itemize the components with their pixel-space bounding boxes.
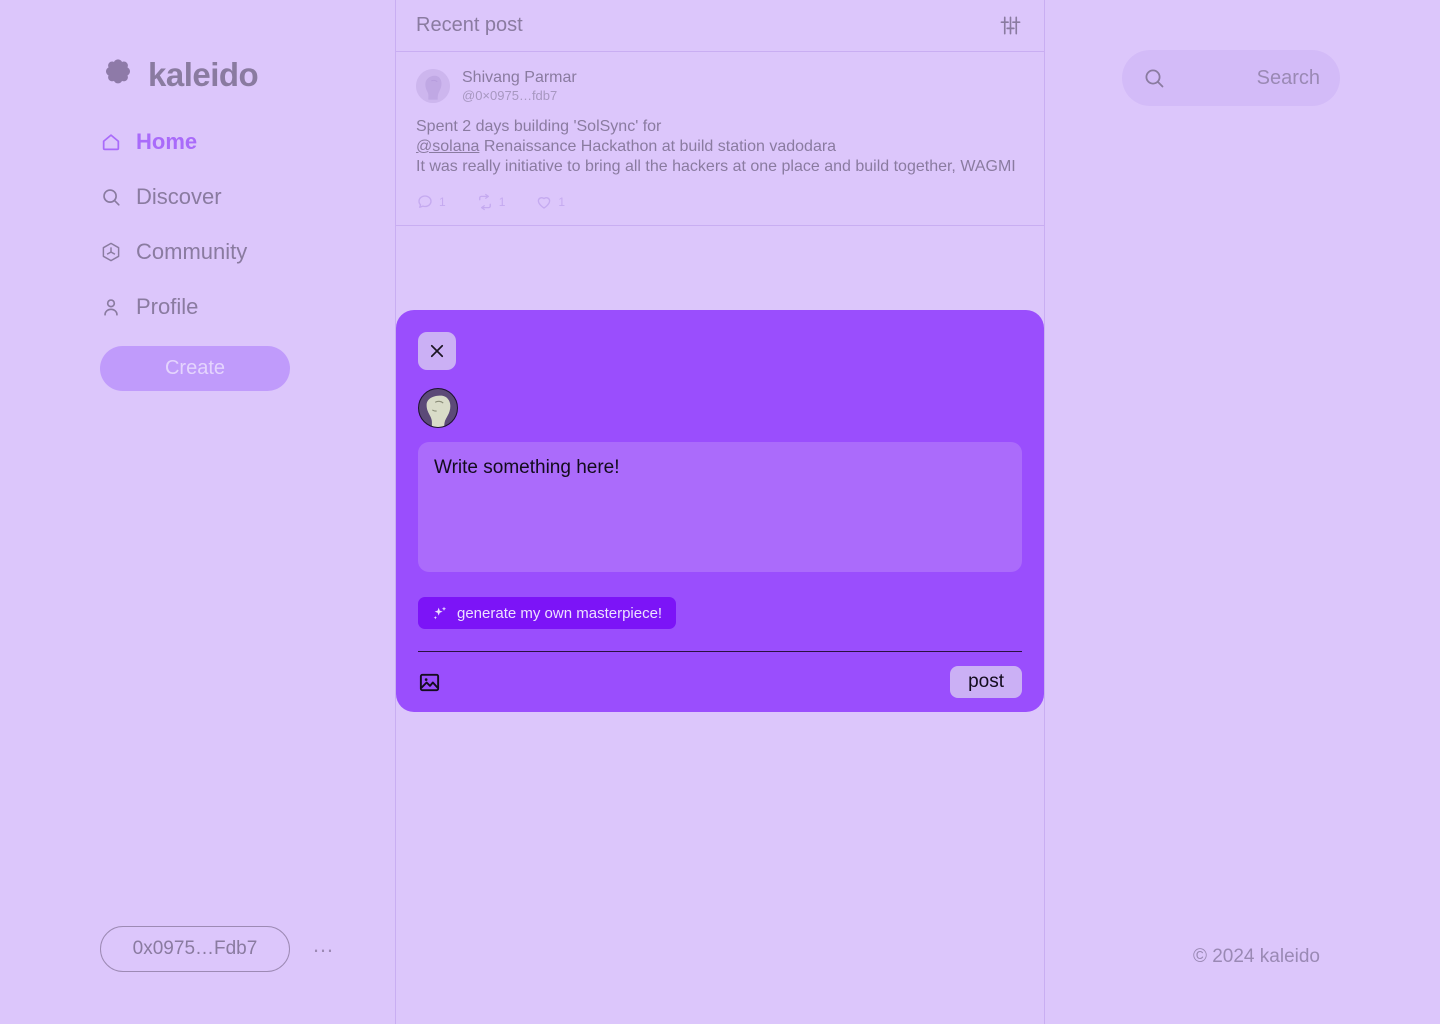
post-card[interactable]: Shivang Parmar @0×0975…fdb7 Spent 2 days… [396,52,1044,226]
modal-footer: post [418,666,1022,698]
heart-icon [538,196,551,209]
generate-masterpiece-label: generate my own masterpiece! [457,604,663,622]
post-body-line-2-rest: Renaissance Hackathon at build station v… [479,137,837,155]
avatar [416,69,450,104]
mention-link[interactable]: @solana [416,138,479,155]
wallet-row: 0x0975…Fdb7 … [100,926,336,972]
footer-copyright: © 2024 kaleido [1192,946,1320,967]
sidebar-item-label: Discover [136,184,222,209]
user-icon [104,299,118,316]
post-like-count: 1 [558,194,566,209]
close-button[interactable] [418,332,456,370]
avatar [418,388,458,428]
app-root: kaleido Home Discover Community Profile … [0,0,1440,1024]
modal-divider [418,651,1022,652]
post-body: Spent 2 days building 'SolSync' for @sol… [416,117,1024,177]
image-upload-icon [419,673,440,691]
post-header: Shivang Parmar @0×0975…fdb7 [416,68,1024,105]
post-comment-stat[interactable]: 1 [416,193,446,211]
search-bar[interactable]: Search [1122,50,1340,106]
post-button[interactable]: post [950,666,1022,698]
brand-name: kaleido [148,56,259,93]
repost-icon [478,193,491,211]
flower-scallop-icon [106,59,130,84]
create-button[interactable]: Create [100,346,290,391]
post-author: Shivang Parmar @0×0975…fdb7 [462,68,577,105]
post-body-line-3: It was really initiative to bring all th… [416,157,1016,175]
sidebar-item-community[interactable]: Community [100,232,340,272]
brand-logo[interactable]: kaleido [100,56,259,94]
feed-title: Recent post [416,14,523,36]
search-icon [1145,69,1164,88]
sparkles-icon [433,606,447,620]
post-repost-stat[interactable]: 1 [476,193,506,211]
home-icon [102,134,120,151]
sidebar-item-discover[interactable]: Discover [100,177,340,217]
search-icon [103,189,120,206]
image-upload-button[interactable] [418,671,441,694]
post-like-stat[interactable]: 1 [535,193,565,211]
sidebar-item-label: Community [136,239,248,264]
search-placeholder: Search [1256,66,1320,89]
sidebar-item-label: Profile [136,294,199,319]
wallet-more-button[interactable]: … [312,934,336,964]
generate-masterpiece-button[interactable]: generate my own masterpiece! [418,597,677,629]
feed-header: Recent post [396,0,1044,52]
post-author-name: Shivang Parmar [462,69,577,86]
wallet-address-pill[interactable]: 0x0975…Fdb7 [100,926,290,972]
hexagon-community-icon [102,242,120,262]
post-repost-count: 1 [498,194,506,209]
sidebar-item-label: Home [136,129,198,154]
sidebar-item-home[interactable]: Home [100,122,340,162]
post-body-line-2: @solana Renaissance Hackathon at build s… [416,137,1024,157]
close-icon [430,344,444,358]
comment-icon [418,195,432,208]
compose-modal: generate my own masterpiece! post [396,310,1044,712]
post-comment-count: 1 [439,194,446,209]
sidebar-nav: Home Discover Community Profile [100,122,340,342]
statue-avatar [416,69,450,104]
sidebar-item-profile[interactable]: Profile [100,287,340,327]
post-author-handle: @0×0975…fdb7 [462,88,558,103]
sliders-filter-icon[interactable] [999,14,1022,37]
compose-textarea[interactable] [418,442,1022,572]
post-stats: 1 1 1 [416,193,1024,211]
statue-avatar [419,389,457,427]
sidebar: kaleido Home Discover Community Profile … [0,0,395,1024]
post-body-line-1: Spent 2 days building 'SolSync' for [416,117,662,135]
